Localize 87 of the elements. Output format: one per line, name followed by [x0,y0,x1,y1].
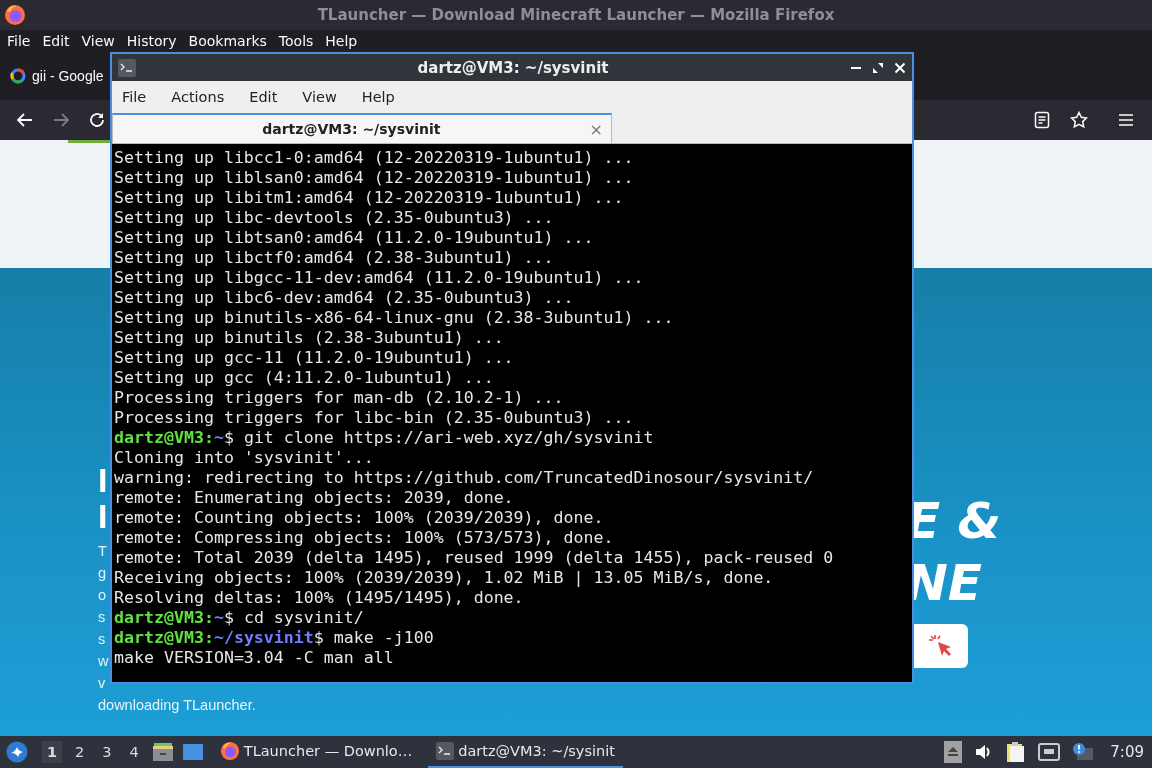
maximize-icon[interactable] [872,61,884,74]
prompt-path: ~/sysvinit [213,628,314,647]
menu-item[interactable]: Actions [171,89,225,105]
firefox-icon [219,741,240,761]
back-icon[interactable] [16,111,34,129]
taskbar-task[interactable]: dartz@VM3: ~/sysinit [428,736,623,768]
command-text: $ git clone https://ari-web.xyz/gh/sysvinit [223,428,654,447]
clock: 7:09 [1110,743,1144,761]
close-icon[interactable] [894,61,906,74]
output-line: remote: Compressing objects: 100% (573/573), done. [114,528,615,548]
heading-fragment: I [98,498,108,534]
firefox-icon [4,4,26,26]
prompt-path: ~ [213,428,224,447]
menu-item[interactable]: Tools [278,33,314,49]
output-line: Processing triggers for libc-bin (2.35-0ubuntu3) ... [114,408,635,428]
terminal-icon [118,58,136,77]
star-icon[interactable] [1070,111,1088,129]
menu-item[interactable]: File [7,33,31,49]
play-button[interactable] [914,624,968,668]
output-line: Processing triggers for man-db (2.10.2-1) ... [114,388,565,408]
output-line: Setting up libc-devtools (2.35-0ubuntu3) ... [114,208,555,228]
text-fragment: o [98,586,107,605]
output-line: Setting up gcc-11 (11.2.0-19ubuntu1) ... [114,348,515,368]
output-line: Setting up libitm1:amd64 (12-20220319-1ubuntu1) ... [114,188,625,208]
menu-item[interactable]: Help [361,89,395,105]
output-line: Setting up libctf0:amd64 (2.38-3ubuntu1) ... [114,248,555,268]
file-cabinet-icon[interactable] [151,742,174,762]
workspace-button[interactable]: 3 [97,741,117,763]
prompt-user: dartz@VM3: [114,608,214,627]
text-fragment: g [98,564,107,583]
text-fragment: downloading TLauncher. [98,696,256,715]
menu-item[interactable]: History [126,33,177,49]
output-line: remote: Enumerating objects: 2039, done. [114,488,515,508]
output-line: Setting up libc6-dev:amd64 (2.35-0ubuntu3) ... [114,288,575,308]
workspace-button[interactable]: 4 [124,741,144,763]
text-fragment: w [98,652,109,671]
command-text: $ make -j100 [313,628,434,647]
clipboard-icon[interactable] [1006,741,1027,763]
cursor-click-icon [928,633,954,659]
tab-close-button[interactable]: × [589,119,611,139]
menu-item[interactable]: Help [325,33,358,49]
notification-icon[interactable] [1072,742,1095,762]
eject-icon[interactable] [944,741,963,763]
text-fragment: T [98,542,107,561]
output-line: Resolving deltas: 100% (1495/1495), done. [114,588,525,608]
output-line: Setting up libgcc-11-dev:amd64 (11.2.0-19ubuntu1) ... [114,268,645,288]
workspace-button[interactable]: 2 [70,741,90,763]
taskbar-task[interactable]: TLauncher — Downlo… [211,736,421,768]
output-line: Setting up binutils (2.38-3ubuntu1) ... [114,328,505,348]
output-line: Setting up binutils-x86-64-linux-gnu (2.38-3ubuntu1) ... [114,308,675,328]
reload-icon[interactable] [88,111,106,129]
start-menu-icon[interactable] [6,741,28,763]
window-title: dartz@VM3: ~/sysvinit [416,58,610,77]
command-text: $ cd sysvinit/ [223,608,364,627]
menu-item[interactable]: Edit [42,33,70,49]
menu-item[interactable]: View [81,33,115,49]
text-fragment: v [98,674,106,693]
workspace-button[interactable]: 1 [42,741,63,763]
window-title: TLauncher — Download Minecraft Launcher — Mozilla Firefox [316,6,836,24]
output-line: Setting up libcc1-0:amd64 (12-20220319-1ubuntu1) ... [114,148,635,168]
menu-item[interactable]: File [122,89,147,105]
menu-item[interactable]: View [302,89,337,105]
output-line: Setting up libtsan0:amd64 (11.2.0-19ubuntu1) ... [114,228,595,248]
terminal-icon [436,742,455,760]
desktop-icon[interactable] [181,743,204,761]
prompt-user: dartz@VM3: [114,628,214,647]
text-fragment: s [98,608,106,627]
output-line: warning: redirecting to https://github.com/TruncatedDinosour/sysvinit/ [114,468,815,488]
output-line: Cloning into 'sysvinit'... [114,448,375,468]
output-line: Setting up gcc (4:11.2.0-1ubuntu1) ... [114,368,495,388]
reader-view-icon[interactable] [1034,111,1050,129]
browser-tab[interactable]: gii - Google [10,68,104,84]
output-line: Setting up liblsan0:amd64 (12-20220319-1ubuntu1) ... [114,168,635,188]
network-icon[interactable] [1038,743,1061,761]
prompt-user: dartz@VM3: [114,428,214,447]
heading-fragment: I [98,462,108,498]
terminal-tab[interactable]: dartz@VM3: ~/sysvinit × [112,113,612,143]
prompt-path: ~ [213,608,224,627]
menu-item[interactable]: Edit [249,89,278,105]
output-line: remote: Counting objects: 100% (2039/2039), done. [114,508,605,528]
output-line: make VERSION=3.04 -C man all [114,648,395,668]
output-line: remote: Total 2039 (delta 1495), reused 1999 (delta 1455), pack-reused 0 [114,548,835,568]
menu-item[interactable]: Bookmarks [188,33,267,49]
output-line: Receiving objects: 100% (2039/2039), 1.02 MiB | 13.05 MiB/s, done. [114,568,775,588]
text-fragment: s [98,630,106,649]
google-icon [10,68,26,84]
menu-icon[interactable] [1118,113,1134,127]
